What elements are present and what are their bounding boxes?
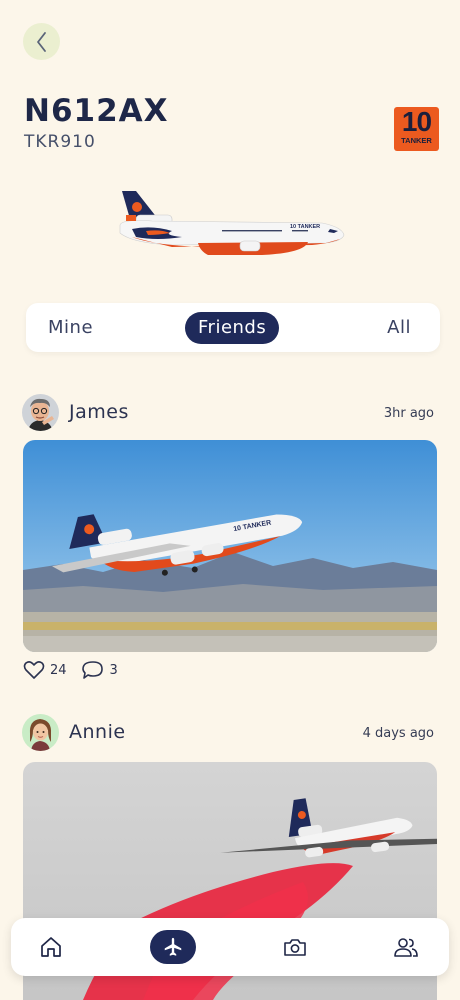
post-header: James 3hr ago <box>22 394 438 432</box>
post-timestamp: 4 days ago <box>362 726 434 741</box>
home-icon <box>41 937 61 957</box>
bottom-nav <box>11 918 449 976</box>
nav-aircraft[interactable] <box>150 918 196 976</box>
avatar[interactable] <box>22 714 59 751</box>
camera-icon <box>284 939 306 956</box>
memoji-james-icon <box>22 394 59 431</box>
heart-icon[interactable] <box>23 660 45 680</box>
nav-camera[interactable] <box>281 918 309 976</box>
logo-number: 10 <box>401 106 432 137</box>
post-photo[interactable]: 10 TANKER <box>23 440 437 652</box>
chevron-left-icon <box>36 31 46 52</box>
post-header: Annie 4 days ago <box>22 714 438 752</box>
aircraft-registration: N612AX <box>24 93 169 129</box>
comments-count: 3 <box>109 662 118 678</box>
likes-count: 24 <box>50 662 67 678</box>
post-username[interactable]: Annie <box>69 721 126 743</box>
comment-icon[interactable] <box>81 660 105 680</box>
back-button[interactable] <box>23 23 60 60</box>
tanker-takeoff-photo: 10 TANKER <box>23 440 437 652</box>
tab-mine[interactable]: Mine <box>48 303 93 352</box>
airplane-icon <box>164 937 182 956</box>
tab-friends[interactable]: Friends <box>185 312 280 344</box>
svg-text:10 TANKER: 10 TANKER <box>290 224 320 230</box>
avatar[interactable] <box>22 394 59 431</box>
post-timestamp: 3hr ago <box>383 406 434 421</box>
feed-filter-tabs: Mine Friends All <box>26 303 440 352</box>
aircraft-callsign: TKR910 <box>24 132 96 152</box>
nav-home[interactable] <box>31 918 71 976</box>
friends-icon <box>394 938 418 957</box>
aircraft-illustration: 10 TANKER <box>119 191 345 255</box>
memoji-annie-icon <box>22 714 59 751</box>
logo-word: TANKER <box>401 136 432 145</box>
post-username[interactable]: James <box>69 401 129 423</box>
operator-logo: 10 TANKER <box>394 107 439 151</box>
nav-friends[interactable] <box>391 918 421 976</box>
tab-all[interactable]: All <box>387 303 411 352</box>
post-actions: 24 3 <box>23 658 132 682</box>
nav-active-indicator <box>150 930 196 964</box>
